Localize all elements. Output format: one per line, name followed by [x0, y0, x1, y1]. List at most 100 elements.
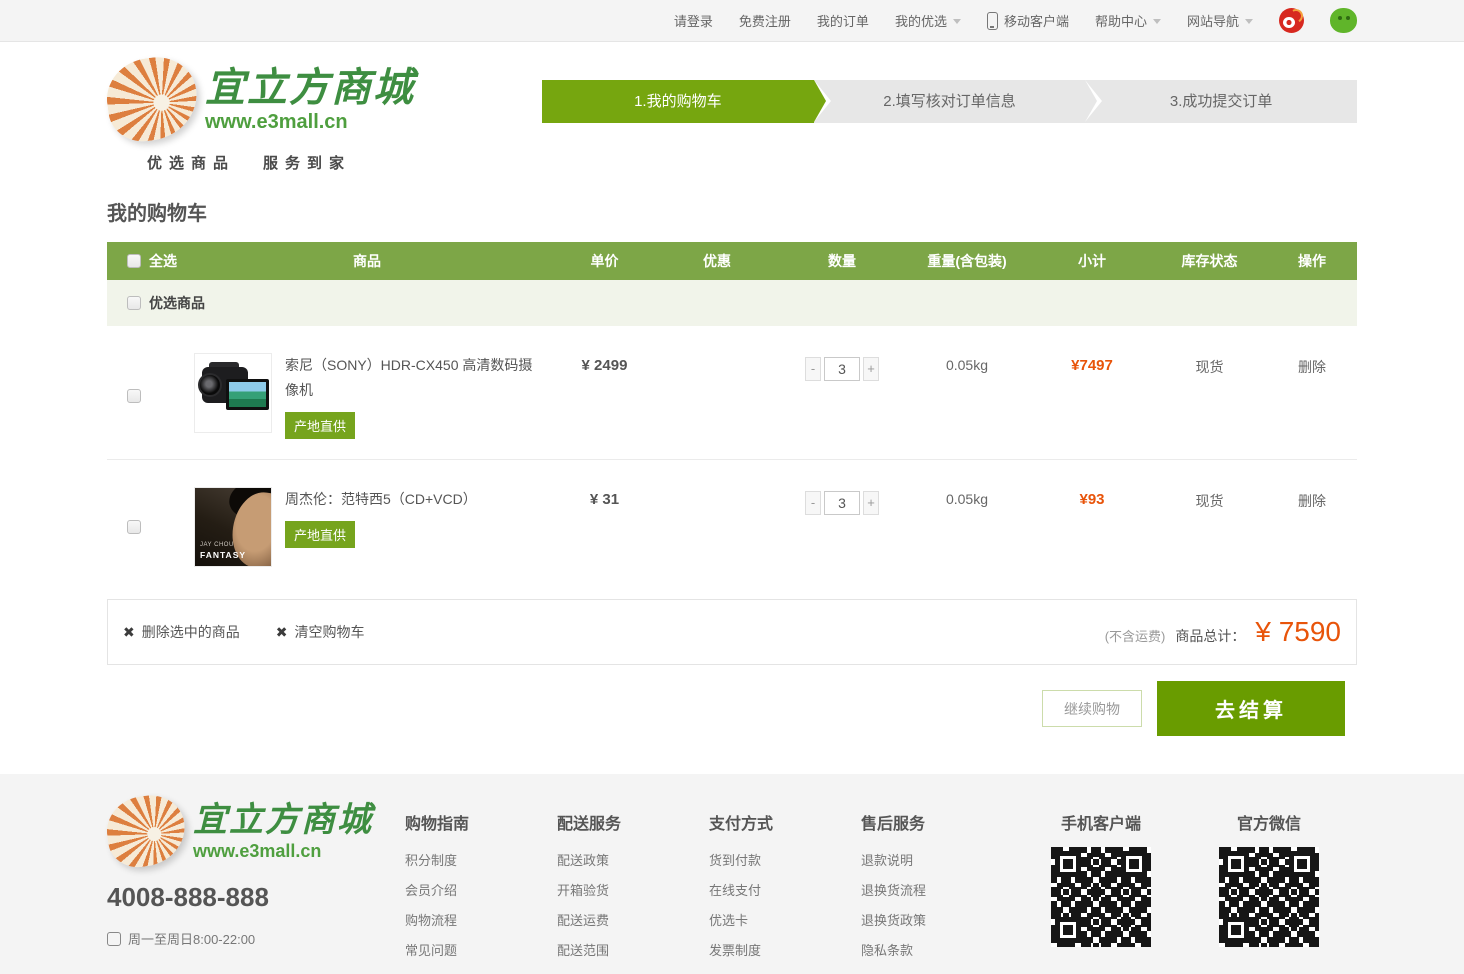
footer-link[interactable]: 发票制度: [709, 936, 861, 966]
select-all-label: 全选: [149, 251, 177, 271]
footer-link[interactable]: 会员介绍: [405, 876, 557, 906]
footer-link[interactable]: 退换货政策: [861, 906, 1013, 936]
total-value: ¥ 7590: [1255, 616, 1341, 648]
column-quantity: 数量: [782, 251, 902, 271]
cart-actions: 继续购物 去结算: [107, 681, 1357, 736]
qr-code-wechat: [1219, 847, 1319, 947]
footer-link[interactable]: 积分制度: [405, 846, 557, 876]
footer-link[interactable]: 优选卡: [709, 906, 861, 936]
footer-link[interactable]: 配送政策: [557, 846, 709, 876]
product-title[interactable]: 周杰伦：范特西5（CD+VCD）: [285, 487, 543, 512]
help-center-menu[interactable]: 帮助中心: [1095, 11, 1161, 30]
footer-link[interactable]: 在线支付: [709, 876, 861, 906]
quantity-input[interactable]: [824, 357, 860, 381]
quantity-increase-button[interactable]: +: [863, 357, 879, 381]
header: 宜立方商城 www.e3mall.cn 优选商品服务到家 1.我的购物车 2.填…: [0, 42, 1464, 185]
discount-cell: [652, 487, 782, 491]
step-confirm-order: 2.填写核对订单信息: [814, 80, 1086, 123]
site-nav-menu[interactable]: 网站导航: [1187, 11, 1253, 30]
group-checkbox[interactable]: [127, 296, 141, 310]
top-nav: 请登录 免费注册 我的订单 我的优选 移动客户端 帮助中心 网站导航: [0, 0, 1464, 42]
quantity-decrease-button[interactable]: -: [805, 491, 821, 515]
footer-qr-app: 手机客户端: [1021, 796, 1181, 966]
footer-logo-title: 宜立方商城: [193, 802, 373, 839]
chevron-down-icon: [1153, 19, 1161, 24]
delete-item-link[interactable]: 删除: [1298, 359, 1326, 375]
quantity-stepper: - +: [805, 491, 879, 515]
product-image-album[interactable]: JAY CHOU FANTASY: [194, 487, 272, 567]
footer-link[interactable]: 购物流程: [405, 906, 557, 936]
cart-summary-bar: 删除选中的商品 清空购物车 (不含运费) 商品总计： ¥ 7590: [107, 599, 1357, 665]
footer-link[interactable]: 常见问题: [405, 936, 557, 966]
continue-shopping-button[interactable]: 继续购物: [1042, 690, 1142, 727]
cart-table-header: 全选 商品 单价 优惠 数量 重量(含包装) 小计 库存状态 操作: [107, 242, 1357, 280]
my-picks-label: 我的优选: [895, 14, 947, 29]
logo-tagline: 优选商品服务到家: [147, 152, 415, 173]
item-checkbox[interactable]: [127, 389, 141, 403]
product-image-camcorder[interactable]: [194, 353, 272, 433]
total-label: 商品总计：: [1175, 626, 1245, 646]
item-checkbox[interactable]: [127, 520, 141, 534]
footer-link[interactable]: 退款说明: [861, 846, 1013, 876]
my-orders-link[interactable]: 我的订单: [817, 11, 869, 30]
site-logo[interactable]: 宜立方商城 www.e3mall.cn 优选商品服务到家: [107, 58, 415, 173]
delete-item-link[interactable]: 删除: [1298, 493, 1326, 509]
product-title[interactable]: 索尼（SONY）HDR-CX450 高清数码摄像机: [285, 353, 543, 403]
column-weight: 重量(含包装): [902, 251, 1032, 271]
footer-link[interactable]: 开箱验货: [557, 876, 709, 906]
column-stock: 库存状态: [1152, 251, 1267, 271]
quantity-stepper: - +: [805, 357, 879, 381]
login-link[interactable]: 请登录: [674, 11, 713, 30]
mobile-phone-icon: [987, 12, 998, 30]
clear-cart-link[interactable]: 清空购物车: [276, 622, 365, 642]
checkout-steps: 1.我的购物车 2.填写核对订单信息 3.成功提交订单: [542, 80, 1357, 123]
checkout-button[interactable]: 去结算: [1157, 681, 1345, 736]
weibo-icon[interactable]: [1279, 8, 1304, 33]
footer-link[interactable]: 配送运费: [557, 906, 709, 936]
column-subtotal: 小计: [1032, 251, 1152, 271]
quantity-input[interactable]: [824, 491, 860, 515]
step-my-cart: 1.我的购物车: [542, 80, 814, 123]
column-price: 单价: [557, 251, 652, 271]
footer-logo-url: www.e3mall.cn: [193, 842, 373, 860]
footer-column-after-sales: 售后服务 退款说明 退换货流程 退换货政策 隐私条款: [861, 796, 1013, 966]
page-title: 我的购物车: [107, 197, 1357, 226]
quantity-decrease-button[interactable]: -: [805, 357, 821, 381]
footer-link[interactable]: 退换货流程: [861, 876, 1013, 906]
item-subtotal: ¥7497: [1071, 357, 1113, 374]
wechat-icon[interactable]: [1330, 8, 1357, 33]
remove-icon: [123, 624, 135, 641]
freight-note: (不含运费): [1105, 626, 1166, 645]
discount-cell: [652, 353, 782, 357]
column-discount: 优惠: [652, 251, 782, 271]
my-picks-menu[interactable]: 我的优选: [895, 11, 961, 30]
column-product: 商品: [177, 251, 557, 271]
item-weight: 0.05kg: [946, 357, 988, 373]
footer-link[interactable]: 配送范围: [557, 936, 709, 966]
register-link[interactable]: 免费注册: [739, 11, 791, 30]
footer-link[interactable]: 货到付款: [709, 846, 861, 876]
footer-column-payment: 支付方式 货到付款 在线支付 优选卡 发票制度: [709, 796, 861, 966]
quantity-increase-button[interactable]: +: [863, 491, 879, 515]
clear-icon: [276, 624, 288, 641]
stock-status: 现货: [1196, 359, 1224, 375]
mobile-client-link[interactable]: 移动客户端: [987, 11, 1069, 30]
footer: 宜立方商城 www.e3mall.cn 4008-888-888 周一至周日8:…: [0, 774, 1464, 974]
help-center-label: 帮助中心: [1095, 14, 1147, 29]
origin-badge: 产地直供: [285, 521, 355, 548]
unit-price: ¥ 2499: [582, 357, 628, 374]
delete-selected-link[interactable]: 删除选中的商品: [123, 622, 240, 642]
chevron-down-icon: [953, 19, 961, 24]
service-hours: 周一至周日8:00-22:00: [107, 929, 405, 948]
logo-url: www.e3mall.cn: [205, 112, 415, 132]
footer-logo[interactable]: 宜立方商城 www.e3mall.cn: [107, 796, 405, 866]
service-phone: 4008-888-888: [107, 882, 405, 913]
select-all-checkbox[interactable]: [127, 254, 141, 268]
item-subtotal: ¥93: [1079, 491, 1104, 508]
footer-link[interactable]: 隐私条款: [861, 936, 1013, 966]
logo-shell-icon: [102, 52, 203, 146]
footer-column-shopping-guide: 购物指南 积分制度 会员介绍 购物流程 常见问题: [405, 796, 557, 966]
logo-shell-icon: [103, 791, 190, 871]
stock-status: 现货: [1196, 493, 1224, 509]
footer-qr-wechat: 官方微信: [1189, 796, 1349, 966]
